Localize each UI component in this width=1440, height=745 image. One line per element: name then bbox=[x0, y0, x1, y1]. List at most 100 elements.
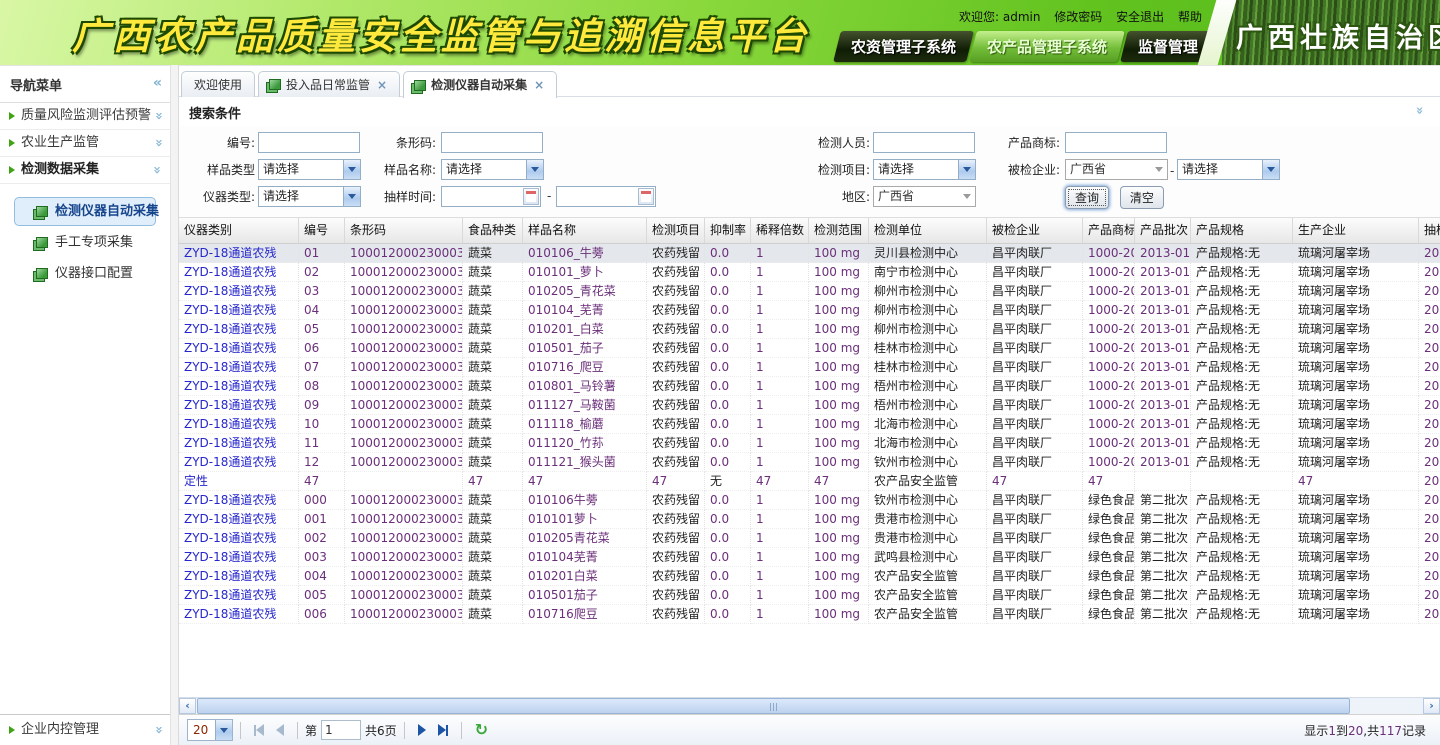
table-cell: 100 mg bbox=[809, 453, 869, 472]
sidebar-group-检测数据采集[interactable]: 检测数据采集« bbox=[0, 157, 170, 184]
table-row[interactable]: ZYD-18通道农残004100012000230003蔬菜010201白菜农药… bbox=[179, 567, 1440, 586]
column-header[interactable]: 产品批次 bbox=[1135, 218, 1191, 244]
table-row[interactable]: ZYD-18通道农残12100012000230003蔬菜011121_猴头菌农… bbox=[179, 453, 1440, 472]
date-from-input[interactable] bbox=[441, 186, 541, 207]
scroll-right-button[interactable]: › bbox=[1423, 698, 1440, 714]
page-number-input[interactable] bbox=[321, 720, 361, 740]
yangpinmingcheng-combobox[interactable]: 请选择 bbox=[441, 159, 544, 180]
table-row[interactable]: ZYD-18通道农残10100012000230003蔬菜011118_榆蘑农药… bbox=[179, 415, 1440, 434]
beijianqiye-combobox[interactable]: 请选择 bbox=[1177, 159, 1280, 180]
sidebar-item-手工专项采集[interactable]: 手工专项采集 bbox=[14, 228, 156, 257]
column-header[interactable]: 产品规格 bbox=[1191, 218, 1293, 244]
table-row[interactable]: ZYD-18通道农残006100012000230003蔬菜010716爬豆农药… bbox=[179, 605, 1440, 624]
scrollbar-track[interactable] bbox=[196, 698, 1423, 714]
table-row[interactable]: ZYD-18通道农残08100012000230003蔬菜010801_马铃薯农… bbox=[179, 377, 1440, 396]
table-cell: 蔬菜 bbox=[463, 358, 523, 377]
table-row[interactable]: ZYD-18通道农残02100012000230003蔬菜010101_萝卜农药… bbox=[179, 263, 1440, 282]
close-icon[interactable]: × bbox=[377, 73, 387, 97]
help-link[interactable]: 帮助 bbox=[1178, 10, 1202, 24]
search-collapse-icon[interactable]: « bbox=[1412, 106, 1427, 114]
column-header[interactable]: 产品商标 bbox=[1083, 218, 1135, 244]
page-size-select[interactable]: 20 bbox=[187, 719, 233, 741]
diqu-select[interactable]: 广西省 bbox=[873, 186, 976, 207]
chevron-down-icon[interactable]: » bbox=[145, 112, 171, 120]
column-header[interactable]: 检测单位 bbox=[869, 218, 987, 244]
tab-投入品日常监管[interactable]: 投入品日常监管× bbox=[258, 71, 400, 97]
tiaoxingma-input[interactable] bbox=[441, 132, 543, 153]
chanpinshangbiao-input[interactable] bbox=[1065, 132, 1167, 153]
chevron-down-icon[interactable] bbox=[526, 160, 543, 179]
sidebar-item-label: 仪器接口配置 bbox=[55, 260, 133, 287]
table-cell: 绿色食品 bbox=[1083, 548, 1135, 567]
column-header[interactable]: 抽样时间 bbox=[1419, 218, 1440, 244]
clear-button[interactable]: 清空 bbox=[1120, 186, 1164, 209]
column-header[interactable]: 样品名称 bbox=[523, 218, 647, 244]
last-page-button[interactable] bbox=[438, 724, 448, 736]
column-header[interactable]: 编号 bbox=[299, 218, 345, 244]
subsystem-tab[interactable]: 农资管理子系统 bbox=[833, 31, 974, 62]
table-row[interactable]: ZYD-18通道农残001100012000230003蔬菜010101萝卜农药… bbox=[179, 510, 1440, 529]
sidebar-group-农业生产监管[interactable]: 农业生产监管» bbox=[0, 130, 170, 157]
sidebar-splitter[interactable] bbox=[170, 65, 179, 745]
column-header[interactable]: 生产企业 bbox=[1293, 218, 1419, 244]
table-row[interactable]: 定性47474747无4747农产品安全监管47474720 bbox=[179, 472, 1440, 491]
table-cell: 昌平肉联厂 bbox=[987, 396, 1083, 415]
column-header[interactable]: 稀释倍数 bbox=[751, 218, 809, 244]
horizontal-scrollbar[interactable]: ‹ › bbox=[179, 697, 1440, 714]
table-cell: ZYD-18通道农残 bbox=[179, 434, 299, 453]
chevron-down-icon[interactable]: » bbox=[145, 139, 171, 147]
date-to-input[interactable] bbox=[556, 186, 656, 207]
table-row[interactable]: ZYD-18通道农残005100012000230003蔬菜010501茄子农药… bbox=[179, 586, 1440, 605]
table-row[interactable]: ZYD-18通道农残01100012000230003蔬菜010106_牛蒡农药… bbox=[179, 244, 1440, 263]
table-row[interactable]: ZYD-18通道农残000100012000230003蔬菜010106牛蒡农药… bbox=[179, 491, 1440, 510]
first-page-button[interactable] bbox=[254, 724, 264, 736]
table-row[interactable]: ZYD-18通道农残04100012000230003蔬菜010104_芜菁农药… bbox=[179, 301, 1440, 320]
table-cell: 琉璃河屠宰场 bbox=[1293, 415, 1419, 434]
table-row[interactable]: ZYD-18通道农残11100012000230003蔬菜011120_竹荪农药… bbox=[179, 434, 1440, 453]
query-button[interactable]: 查询 bbox=[1065, 186, 1109, 209]
table-cell: 武鸣县检测中心 bbox=[869, 548, 987, 567]
sidebar-item-仪器接口配置[interactable]: 仪器接口配置 bbox=[14, 259, 156, 288]
scroll-left-button[interactable]: ‹ bbox=[179, 698, 196, 714]
table-row[interactable]: ZYD-18通道农残05100012000230003蔬菜010201_白菜农药… bbox=[179, 320, 1440, 339]
table-cell: 1000-200 bbox=[1083, 358, 1135, 377]
subsystem-tab[interactable]: 农产品管理子系统 bbox=[969, 31, 1125, 62]
next-page-button[interactable] bbox=[418, 724, 426, 736]
logout-link[interactable]: 安全退出 bbox=[1116, 10, 1164, 24]
table-row[interactable]: ZYD-18通道农残003100012000230003蔬菜010104芜菁农药… bbox=[179, 548, 1440, 567]
tab-检测仪器自动采集[interactable]: 检测仪器自动采集× bbox=[403, 71, 557, 98]
chevron-up-icon[interactable]: « bbox=[145, 166, 171, 174]
column-header[interactable]: 检测范围 bbox=[809, 218, 869, 244]
column-header[interactable]: 食品种类 bbox=[463, 218, 523, 244]
refresh-icon[interactable]: ↻ bbox=[475, 722, 488, 738]
table-cell: 100012000230003 bbox=[345, 548, 463, 567]
column-header[interactable]: 抑制率 bbox=[705, 218, 751, 244]
sidebar-group-企业内控管理[interactable]: 企业内控管理» bbox=[0, 715, 170, 745]
sidebar-item-检测仪器自动采集[interactable]: 检测仪器自动采集 bbox=[14, 197, 156, 226]
chevron-down-icon[interactable] bbox=[215, 720, 232, 740]
tab-欢迎使用[interactable]: 欢迎使用 bbox=[181, 71, 255, 97]
table-row[interactable]: ZYD-18通道农残07100012000230003蔬菜010716_爬豆农药… bbox=[179, 358, 1440, 377]
column-header[interactable]: 仪器类别 bbox=[179, 218, 299, 244]
table-cell: 农药残留 bbox=[647, 567, 705, 586]
calendar-icon[interactable] bbox=[638, 188, 654, 205]
table-row[interactable]: ZYD-18通道农残03100012000230003蔬菜010205_青花菜农… bbox=[179, 282, 1440, 301]
scrollbar-thumb[interactable] bbox=[197, 698, 1350, 714]
change-password-link[interactable]: 修改密码 bbox=[1054, 10, 1102, 24]
chevron-down-icon[interactable] bbox=[1262, 160, 1279, 179]
beijianqiye-province-select[interactable]: 广西省 bbox=[1065, 159, 1168, 180]
table-row[interactable]: ZYD-18通道农残09100012000230003蔬菜011127_马鞍菌农… bbox=[179, 396, 1440, 415]
sidebar-group-质量风险监测评估预警[interactable]: 质量风险监测评估预警» bbox=[0, 103, 170, 130]
close-icon[interactable]: × bbox=[534, 73, 544, 97]
table-row[interactable]: ZYD-18通道农残002100012000230003蔬菜010205青花菜农… bbox=[179, 529, 1440, 548]
column-header[interactable]: 条形码 bbox=[345, 218, 463, 244]
table-cell: ZYD-18通道农残 bbox=[179, 377, 299, 396]
table-row[interactable]: ZYD-18通道农残06100012000230003蔬菜010501_茄子农药… bbox=[179, 339, 1440, 358]
calendar-icon[interactable] bbox=[523, 188, 539, 205]
sidebar-collapse-icon[interactable]: « bbox=[153, 75, 162, 91]
prev-page-button[interactable] bbox=[276, 724, 284, 736]
column-header[interactable]: 检测项目 bbox=[647, 218, 705, 244]
column-header[interactable]: 被检企业 bbox=[987, 218, 1083, 244]
table-cell: 绿色食品 bbox=[1083, 529, 1135, 548]
chevron-down-icon[interactable]: » bbox=[145, 726, 171, 734]
